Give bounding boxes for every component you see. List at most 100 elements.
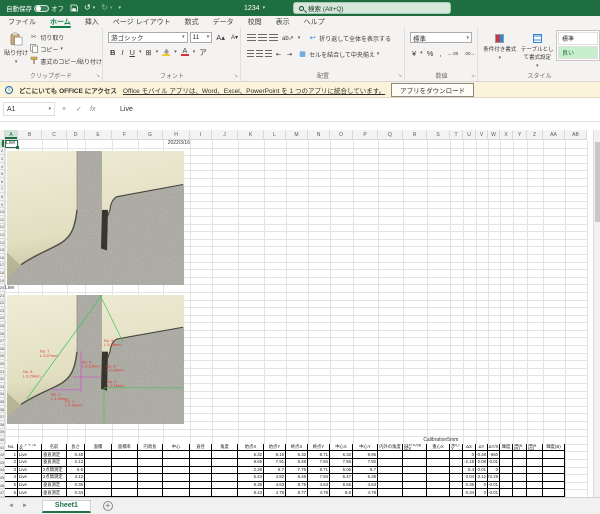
- column-header-K[interactable]: K: [238, 130, 264, 140]
- table-cell[interactable]: 8.77: [286, 489, 308, 497]
- column-header-M[interactable]: M: [286, 130, 308, 140]
- table-cell[interactable]: 2.13: [67, 459, 85, 467]
- table-cell[interactable]: [450, 489, 463, 497]
- table-header-cell[interactable]: 面積: [85, 444, 112, 452]
- column-header-C[interactable]: C: [42, 130, 67, 140]
- cell-style-good[interactable]: 良い: [558, 46, 598, 59]
- table-cell[interactable]: 6.32: [238, 451, 264, 459]
- table-cell[interactable]: [513, 467, 527, 475]
- table-cell[interactable]: 6.47: [330, 474, 353, 482]
- redo-button[interactable]: ↻▾: [101, 4, 112, 12]
- align-right-button[interactable]: [265, 50, 272, 58]
- table-cell[interactable]: [212, 451, 238, 459]
- table-cell[interactable]: 0: [488, 467, 500, 475]
- font-size-select[interactable]: 11▾: [190, 32, 213, 43]
- table-header-cell[interactable]: 中心X: [330, 444, 353, 452]
- decrease-font-button[interactable]: A▾: [229, 31, 240, 43]
- table-cell[interactable]: [403, 459, 427, 467]
- align-top-button[interactable]: [247, 34, 256, 42]
- align-bottom-button[interactable]: [269, 34, 278, 42]
- table-cell[interactable]: [527, 482, 543, 490]
- table-cell[interactable]: 4.78: [264, 489, 286, 497]
- orientation-button[interactable]: ab↗: [280, 32, 296, 44]
- spreadsheet-grid[interactable]: ABCDEFGHIJKLMNOPQRSTUVWXYZAAAB1234567891…: [0, 130, 600, 497]
- ruby-button[interactable]: ア: [197, 46, 209, 58]
- ribbon-tab-データ[interactable]: データ: [213, 16, 234, 28]
- column-header-P[interactable]: P: [353, 130, 378, 140]
- column-header-Q[interactable]: Q: [378, 130, 403, 140]
- table-cell[interactable]: [513, 459, 527, 467]
- column-header-X[interactable]: X: [500, 130, 513, 140]
- table-header-cell[interactable]: 始点X: [238, 444, 264, 452]
- table-cell[interactable]: 6: [5, 489, 18, 497]
- table-cell[interactable]: [500, 482, 513, 490]
- vertical-scrollbar[interactable]: [593, 130, 600, 497]
- table-cell[interactable]: 8.43: [238, 489, 264, 497]
- table-cell[interactable]: 7.84: [308, 459, 330, 467]
- merge-center-button[interactable]: ▦セルを結合して中央揃え▾: [298, 48, 379, 60]
- table-cell[interactable]: [450, 459, 463, 467]
- paste-button[interactable]: 貼り付け▾: [3, 28, 29, 70]
- table-cell[interactable]: [543, 474, 565, 482]
- table-cell[interactable]: 3.12: [67, 474, 85, 482]
- increase-decimal-button[interactable]: ←.00: [445, 47, 460, 59]
- table-cell[interactable]: [163, 482, 190, 490]
- ribbon-tab-ファイル[interactable]: ファイル: [8, 16, 36, 28]
- table-cell[interactable]: [190, 451, 212, 459]
- column-header-Z[interactable]: Z: [527, 130, 543, 140]
- table-header-cell[interactable]: 中心: [163, 444, 190, 452]
- table-cell[interactable]: [450, 482, 463, 490]
- table-cell[interactable]: 1: [5, 451, 18, 459]
- table-cell[interactable]: Live: [18, 489, 42, 497]
- table-cell[interactable]: [403, 474, 427, 482]
- column-header-V[interactable]: V: [476, 130, 488, 140]
- autosave-toggle[interactable]: 自動保存 オフ: [6, 3, 64, 13]
- table-cell[interactable]: [500, 459, 513, 467]
- font-name-select[interactable]: 游ゴシック▾: [108, 32, 188, 43]
- table-header-cell[interactable]: ΔX: [463, 444, 476, 452]
- table-cell[interactable]: 2点間測定: [42, 467, 67, 475]
- table-cell[interactable]: [212, 459, 238, 467]
- table-cell[interactable]: 5.06: [330, 467, 353, 475]
- table-cell[interactable]: -650: [488, 451, 500, 459]
- formula-bar-input[interactable]: Live: [120, 102, 133, 116]
- table-cell[interactable]: [112, 467, 138, 475]
- table-cell[interactable]: [378, 467, 403, 475]
- table-cell[interactable]: 垂直測定: [42, 482, 67, 490]
- table-cell[interactable]: 4.78: [353, 489, 378, 497]
- table-cell[interactable]: [403, 467, 427, 475]
- table-cell[interactable]: [85, 459, 112, 467]
- table-cell[interactable]: [527, 467, 543, 475]
- column-header-T[interactable]: T: [450, 130, 463, 140]
- column-header-E[interactable]: E: [85, 130, 112, 140]
- table-cell[interactable]: 8.7: [353, 467, 378, 475]
- table-cell[interactable]: [543, 467, 565, 475]
- ribbon-tab-ホーム[interactable]: ホーム: [50, 16, 71, 28]
- vertical-scrollbar-thumb[interactable]: [595, 142, 600, 222]
- table-cell[interactable]: Live: [18, 467, 42, 475]
- table-cell[interactable]: [527, 451, 543, 459]
- save-button[interactable]: [70, 4, 78, 12]
- table-cell[interactable]: [527, 459, 543, 467]
- table-cell[interactable]: [543, 459, 565, 467]
- table-cell[interactable]: [190, 489, 212, 497]
- table-cell[interactable]: 4.63: [308, 482, 330, 490]
- decrease-decimal-button[interactable]: .00→: [462, 47, 477, 59]
- table-cell[interactable]: [112, 451, 138, 459]
- column-header-F[interactable]: F: [112, 130, 138, 140]
- table-cell[interactable]: Live: [18, 482, 42, 490]
- table-cell[interactable]: 0: [476, 489, 488, 497]
- table-cell[interactable]: 5.4: [463, 467, 476, 475]
- table-cell[interactable]: [112, 459, 138, 467]
- table-cell[interactable]: 2: [5, 459, 18, 467]
- table-cell[interactable]: 0.48: [67, 451, 85, 459]
- table-cell[interactable]: [527, 474, 543, 482]
- table-cell[interactable]: [450, 451, 463, 459]
- table-cell[interactable]: 4: [5, 474, 18, 482]
- grid-cell-H1[interactable]: 2022/3/16: [163, 140, 190, 148]
- table-cell[interactable]: -0.01: [488, 482, 500, 490]
- table-header-cell[interactable]: 重心X: [427, 444, 450, 452]
- comma-button[interactable]: ,: [437, 47, 443, 59]
- font-color-button[interactable]: A: [179, 46, 191, 58]
- table-header-cell[interactable]: ファイル名: [18, 444, 42, 452]
